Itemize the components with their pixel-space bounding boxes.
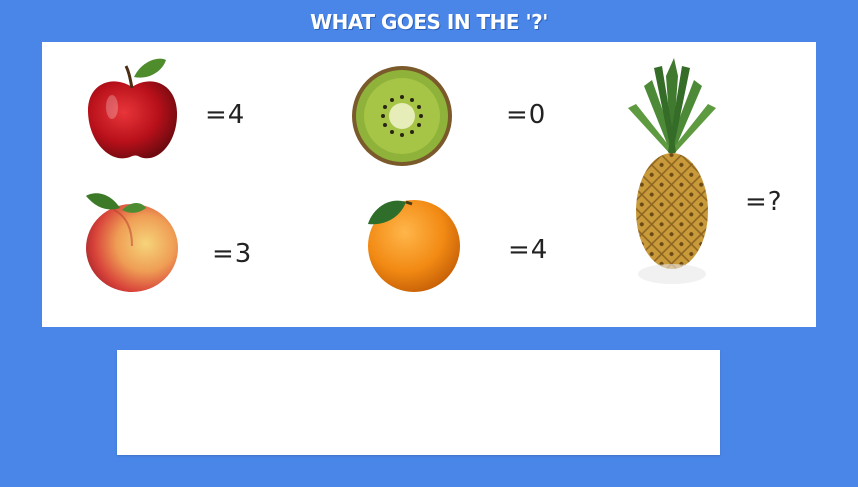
- peach-icon: [86, 193, 178, 292]
- orange-icon: [368, 200, 460, 292]
- apple-value: =4: [205, 100, 246, 130]
- kiwi-icon: [352, 66, 452, 166]
- pineapple-value: =?: [745, 187, 783, 217]
- page-title: WHAT GOES IN THE '?': [310, 10, 548, 34]
- answer-input[interactable]: [117, 350, 720, 455]
- pineapple-icon: [628, 58, 716, 284]
- puzzle-panel: =4 =0 =? =3 =4: [42, 42, 816, 327]
- apple-icon: [87, 58, 178, 159]
- kiwi-value: =0: [506, 100, 547, 130]
- orange-value: =4: [508, 235, 549, 265]
- peach-value: =3: [212, 239, 253, 269]
